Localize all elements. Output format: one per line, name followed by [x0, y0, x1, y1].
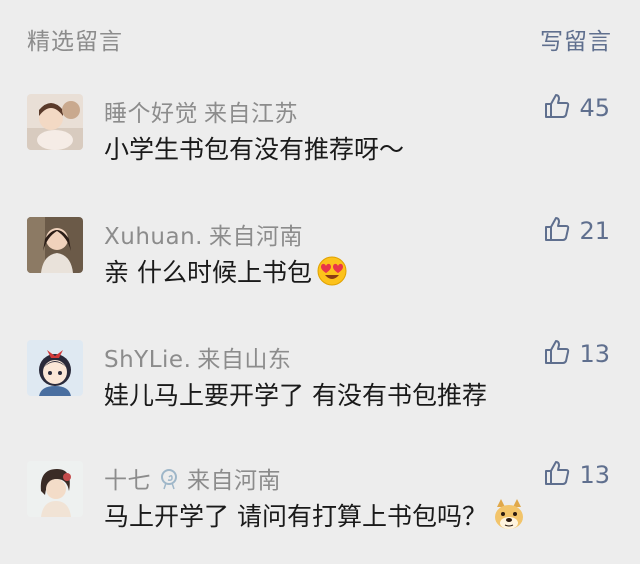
thumbs-up-icon	[543, 338, 571, 370]
comment-nickname[interactable]: Xuhuan.	[104, 224, 203, 250]
avatar[interactable]	[27, 340, 83, 396]
comment-nickname[interactable]: ShYLie.	[104, 347, 191, 373]
comment-text-content: 马上开学了 请问有打算上书包吗？	[104, 502, 487, 531]
comment-location: 来自河南	[187, 468, 281, 494]
like-button[interactable]: 45	[543, 92, 610, 124]
like-count: 45	[579, 94, 610, 122]
avatar[interactable]	[27, 461, 83, 517]
like-button[interactable]: 13	[543, 459, 610, 491]
comment-meta: 十七 来自河南	[104, 461, 281, 497]
thumbs-up-icon	[543, 459, 571, 491]
avatar[interactable]	[27, 217, 83, 273]
comment-meta: Xuhuan. 来自河南	[104, 217, 303, 251]
heart-eyes-emoji	[316, 255, 348, 293]
like-count: 13	[579, 461, 610, 489]
comment-location: 来自山东	[197, 347, 292, 373]
thumbs-up-icon	[543, 92, 571, 124]
write-comment-button[interactable]: 写留言	[540, 22, 612, 56]
comments-header: 精选留言 写留言	[0, 0, 640, 78]
comment-text: 亲 什么时候上书包	[104, 253, 348, 293]
thumbs-up-icon	[543, 215, 571, 247]
swirl-sticker-icon	[157, 467, 181, 497]
section-title: 精选留言	[27, 29, 123, 55]
comment-meta: ShYLie. 来自山东	[104, 340, 291, 374]
comment-text: 小学生书包有没有推荐呀～	[104, 135, 405, 164]
comment-text: 马上开学了 请问有打算上书包吗？	[104, 497, 527, 539]
comment-meta: 睡个好觉 来自江苏	[104, 94, 298, 128]
like-button[interactable]: 21	[543, 215, 610, 247]
comment-location: 来自河南	[208, 224, 303, 250]
comment-text-content: 亲 什么时候上书包	[104, 258, 312, 287]
like-count: 13	[579, 340, 610, 368]
avatar[interactable]	[27, 94, 83, 150]
like-button[interactable]: 13	[543, 338, 610, 370]
comment-nickname[interactable]: 睡个好觉	[104, 101, 198, 127]
comment-text: 娃儿马上要开学了 有没有书包推荐	[104, 381, 487, 410]
comment-location: 来自江苏	[204, 101, 298, 127]
doge-emoji	[491, 497, 527, 539]
like-count: 21	[579, 217, 610, 245]
comment-nickname[interactable]: 十七	[104, 468, 151, 494]
